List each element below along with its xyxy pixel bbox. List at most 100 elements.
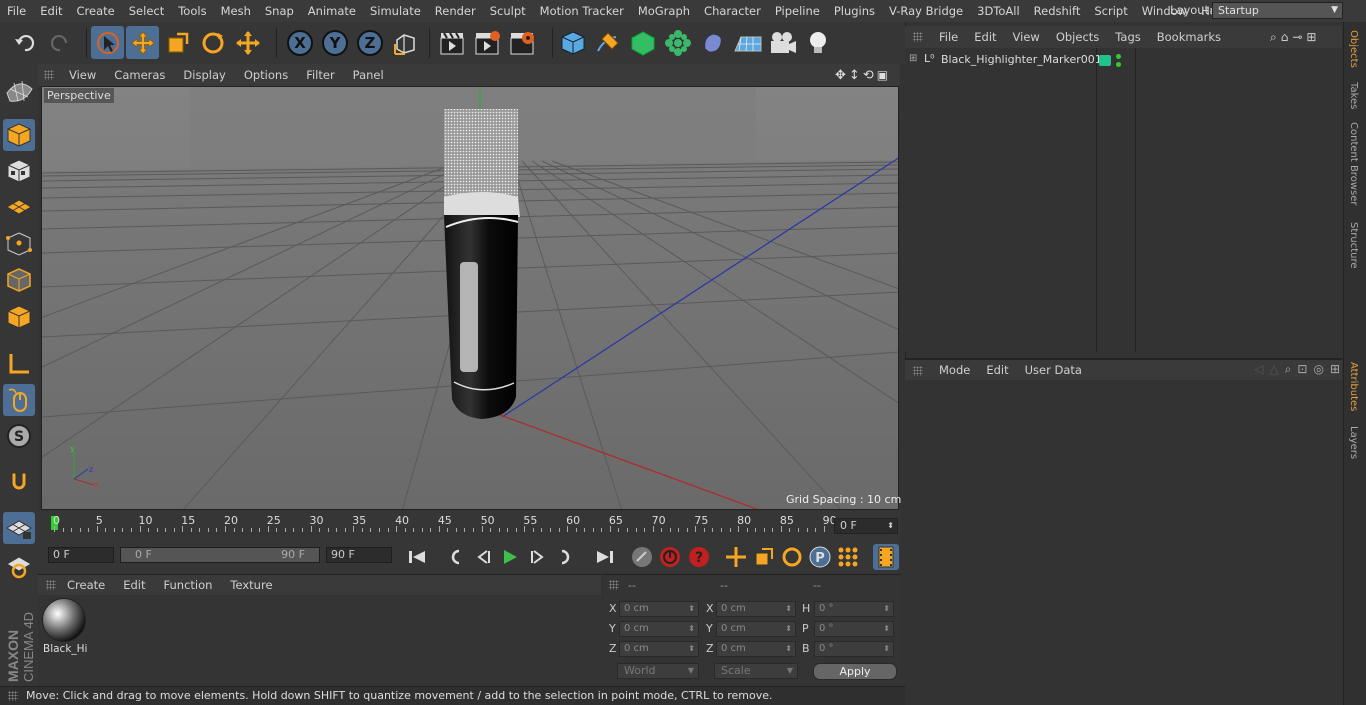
expand-icon[interactable]: ⊞ — [909, 53, 917, 64]
keyframe-selection-button[interactable]: ? — [686, 544, 712, 570]
panel-gripper[interactable] — [609, 580, 619, 590]
stepper-icon[interactable]: ⬍ — [688, 642, 695, 656]
subdivision-surface-button[interactable] — [626, 26, 659, 59]
go-to-end-button[interactable] — [592, 544, 618, 570]
key-position-button[interactable] — [723, 544, 749, 570]
material-name[interactable]: Black_Hi — [43, 643, 88, 655]
redo-button[interactable] — [43, 26, 76, 59]
stepper-icon[interactable]: ⬍ — [883, 642, 890, 656]
rotate-view-icon[interactable]: ⟲ — [863, 68, 874, 83]
menu-tools[interactable]: Tools — [171, 4, 213, 18]
apply-button[interactable]: Apply — [813, 663, 897, 680]
coord-value-field[interactable]: 0 cm ⬍ — [716, 641, 796, 657]
floor-button[interactable] — [731, 26, 764, 59]
menu-file[interactable]: File — [0, 4, 33, 18]
object-name[interactable]: Black_Highlighter_Marker001 — [941, 53, 1102, 66]
tab-objects[interactable]: Objects — [1348, 30, 1359, 68]
coordinate-space-dropdown[interactable]: World ▼ — [617, 663, 699, 679]
points-mode-button[interactable] — [3, 228, 35, 260]
objects-menu-file[interactable]: File — [931, 30, 966, 44]
menu-simulate[interactable]: Simulate — [363, 4, 428, 18]
size-mode-dropdown[interactable]: Scale ▼ — [714, 663, 798, 679]
rotate-tool-button[interactable] — [196, 26, 229, 59]
material-thumbnail[interactable] — [42, 598, 86, 642]
scale-tool-button[interactable] — [161, 26, 194, 59]
render-view-button[interactable] — [435, 26, 468, 59]
objects-menu-view[interactable]: View — [1005, 30, 1048, 44]
coord-value-field[interactable]: 0 cm ⬍ — [619, 641, 699, 657]
stepper-icon[interactable]: ⬍ — [883, 602, 890, 616]
solo-button[interactable]: S — [3, 420, 35, 452]
tweak-mode-button[interactable] — [3, 384, 35, 416]
stepper-icon[interactable]: ⬍ — [785, 642, 792, 656]
tab-layers[interactable]: Layers — [1348, 426, 1359, 459]
bend-deformer-button[interactable] — [696, 26, 729, 59]
texture-mode-button[interactable] — [3, 155, 35, 187]
stepper-icon[interactable]: ⬍ — [785, 622, 792, 636]
search-icon[interactable]: ⌕ — [1270, 30, 1277, 45]
coord-value-field[interactable]: 0 ° ⬍ — [814, 641, 894, 657]
material-menu-create[interactable]: Create — [58, 578, 114, 592]
move-tool-button[interactable] — [126, 26, 159, 59]
material-menu-edit[interactable]: Edit — [114, 578, 154, 592]
timeline-window-button[interactable] — [873, 544, 899, 570]
x-axis-button[interactable]: X — [283, 26, 316, 59]
objects-menu-bookmarks[interactable]: Bookmarks — [1149, 30, 1229, 44]
attributes-menu-mode[interactable]: Mode — [931, 363, 978, 377]
objects-menu-objects[interactable]: Objects — [1048, 30, 1107, 44]
viewport-menu-cameras[interactable]: Cameras — [105, 68, 174, 82]
menu-pipeline[interactable]: Pipeline — [768, 4, 827, 18]
y-axis-button[interactable]: Y — [318, 26, 351, 59]
key-scale-button[interactable] — [751, 544, 777, 570]
panel-gripper[interactable] — [913, 366, 923, 376]
zoom-view-icon[interactable]: ↕ — [849, 68, 860, 83]
pan-view-icon[interactable]: ✥ — [835, 68, 846, 83]
grid-lock-button[interactable] — [3, 512, 35, 544]
tab-content-browser[interactable]: Content Browser — [1348, 122, 1359, 205]
coord-value-field[interactable]: 0 ° ⬍ — [814, 621, 894, 637]
material-tag-icon[interactable] — [1099, 55, 1111, 66]
panel-gripper[interactable] — [44, 70, 54, 80]
stepper-icon[interactable]: ⬍ — [688, 622, 695, 636]
tab-attributes[interactable]: Attributes — [1348, 362, 1359, 411]
material-menu-function[interactable]: Function — [155, 578, 222, 592]
start-frame-field[interactable]: 0 F — [48, 547, 114, 563]
viewport-menu-filter[interactable]: Filter — [297, 68, 343, 82]
key-pla-button[interactable] — [835, 544, 861, 570]
key-rotation-button[interactable] — [779, 544, 805, 570]
menu-edit[interactable]: Edit — [33, 4, 69, 18]
attributes-menu-edit[interactable]: Edit — [978, 363, 1016, 377]
new-window-icon[interactable]: ⊞ — [1330, 362, 1340, 376]
snap-button[interactable] — [3, 466, 35, 498]
panel-gripper[interactable] — [46, 580, 56, 590]
stepper-icon[interactable]: ⬍ — [688, 602, 695, 616]
stepper-icon[interactable]: ⬍ — [785, 602, 792, 616]
layout-dropdown[interactable]: Startup ▼ — [1212, 2, 1343, 19]
play-button[interactable] — [497, 544, 523, 570]
timeline-ruler[interactable]: 0 5 10 15 20 25 30 35 40 45 50 55 60 65 70 75 80 85 90 — [48, 514, 837, 532]
menu-script[interactable]: Script — [1087, 4, 1134, 18]
camera-button[interactable] — [766, 26, 799, 59]
coord-value-field[interactable]: 0 cm ⬍ — [716, 601, 796, 617]
menu-select[interactable]: Select — [122, 4, 171, 18]
menu-mograph[interactable]: MoGraph — [631, 4, 697, 18]
coord-value-field[interactable]: 0 ° ⬍ — [814, 601, 894, 617]
make-editable-button[interactable] — [3, 74, 35, 106]
menu-character[interactable]: Character — [697, 4, 768, 18]
menu-mesh[interactable]: Mesh — [214, 4, 258, 18]
menu-plugins[interactable]: Plugins — [827, 4, 882, 18]
tab-structure[interactable]: Structure — [1348, 222, 1359, 269]
stepper-icon[interactable]: ⬍ — [883, 622, 890, 636]
frame-range-slider[interactable]: 0 F 90 F — [120, 547, 320, 563]
menu-animate[interactable]: Animate — [301, 4, 363, 18]
edges-mode-button[interactable] — [3, 264, 35, 296]
spline-pen-button[interactable] — [591, 26, 624, 59]
menu-snap[interactable]: Snap — [258, 4, 301, 18]
key-parameter-button[interactable]: P — [807, 544, 833, 570]
cloner-button[interactable] — [661, 26, 694, 59]
workplane-mode-button[interactable] — [3, 191, 35, 223]
next-frame-button[interactable] — [525, 544, 551, 570]
coord-value-field[interactable]: 0 cm ⬍ — [619, 621, 699, 637]
menu-sculpt[interactable]: Sculpt — [483, 4, 533, 18]
record-keys-button[interactable] — [629, 544, 655, 570]
